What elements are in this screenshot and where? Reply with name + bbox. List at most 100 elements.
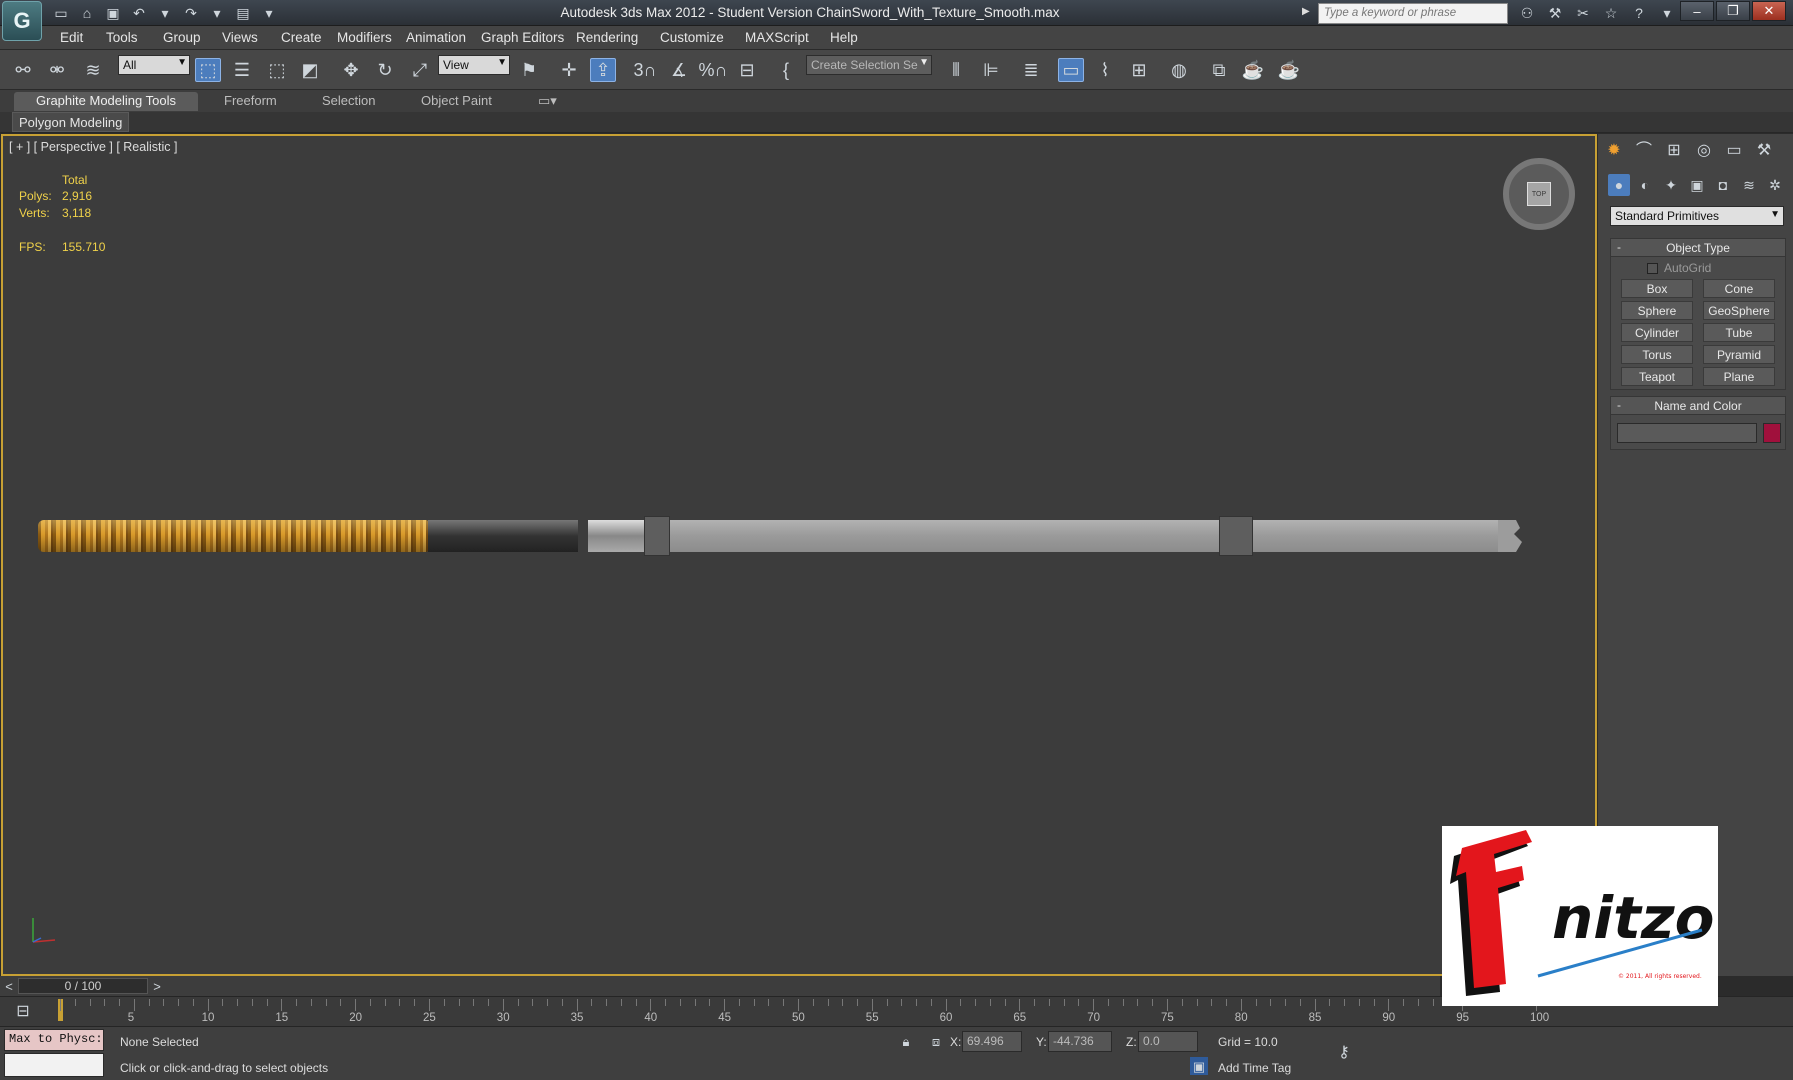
undo-dropdown-icon[interactable]: ▾ <box>154 3 176 23</box>
menu-rendering[interactable]: Rendering <box>576 30 638 45</box>
maxscript-listener-input[interactable]: Max to Physc: <box>4 1029 104 1051</box>
layer-manager-icon[interactable]: ≣ <box>1018 58 1044 82</box>
select-object-icon[interactable]: ⬚ <box>195 58 221 82</box>
time-slider-thumb[interactable]: 0 / 100 <box>18 978 148 994</box>
close-icon[interactable]: ✕ <box>1752 1 1786 21</box>
tab-graphite-modeling-tools[interactable]: Graphite Modeling Tools <box>14 92 198 111</box>
align-icon[interactable]: ⊫ <box>978 58 1004 82</box>
select-and-move-icon[interactable]: ✥ <box>338 58 364 82</box>
object-name-input[interactable] <box>1617 423 1757 443</box>
window-crossing-icon[interactable]: ◩ <box>297 58 323 82</box>
geometry-icon[interactable]: ● <box>1608 174 1630 196</box>
space-warps-icon[interactable]: ≋ <box>1738 174 1760 196</box>
autogrid-checkbox[interactable]: AutoGrid <box>1647 261 1711 275</box>
viewcube[interactable]: TOP <box>1503 158 1575 230</box>
rendered-frame-window-icon[interactable]: ☕ <box>1240 58 1266 82</box>
snaps-toggle-icon[interactable]: 3 ∩ <box>632 58 658 82</box>
hierarchy-tab-icon[interactable]: ⊞ <box>1662 140 1686 162</box>
edit-named-selection-icon[interactable]: { <box>773 58 799 82</box>
modify-tab-icon[interactable]: ⌒ <box>1632 140 1656 162</box>
named-selection-dropdown[interactable]: Create Selection Se ▼ <box>806 55 932 75</box>
absolute-mode-transform-icon[interactable]: ⧈ <box>928 1033 944 1049</box>
torus-button[interactable]: Torus <box>1621 345 1693 364</box>
help-dropdown-icon[interactable]: ▾ <box>1656 3 1678 23</box>
render-setup-icon[interactable]: ⧉ <box>1206 58 1232 82</box>
curve-editor-icon[interactable]: ⌇ <box>1092 58 1118 82</box>
menu-graph-editors[interactable]: Graph Editors <box>481 30 564 45</box>
menu-views[interactable]: Views <box>222 30 258 45</box>
systems-icon[interactable]: ✲ <box>1764 174 1786 196</box>
3ds-max-logo-icon[interactable]: G <box>2 1 42 41</box>
select-and-link-icon[interactable]: ⚯ <box>10 58 36 82</box>
menu-maxscript[interactable]: MAXScript <box>745 30 809 45</box>
mirror-icon[interactable]: ⫴ <box>943 58 969 82</box>
bind-to-space-warp-icon[interactable]: ≋ <box>80 58 106 82</box>
helpers-icon[interactable]: ◘ <box>1712 174 1734 196</box>
subscription-icon[interactable]: ⚒ <box>1544 3 1566 23</box>
object-color-swatch[interactable] <box>1763 423 1781 443</box>
new-file-icon[interactable]: ▭ <box>50 3 72 23</box>
undo-icon[interactable]: ↶ <box>128 3 150 23</box>
tube-button[interactable]: Tube <box>1703 323 1775 342</box>
minimize-icon[interactable]: – <box>1680 1 1714 21</box>
selection-filter-dropdown[interactable]: All ▼ <box>118 55 190 75</box>
project-folder-icon[interactable]: ▤ <box>232 3 254 23</box>
menu-group[interactable]: Group <box>163 30 201 45</box>
utilities-tab-icon[interactable]: ⚒ <box>1752 140 1776 162</box>
cameras-icon[interactable]: ▣ <box>1686 174 1708 196</box>
menu-help[interactable]: Help <box>830 30 858 45</box>
polygon-modeling-panel[interactable]: Polygon Modeling <box>12 112 130 132</box>
pivot-center-icon[interactable]: ⚑ <box>516 58 542 82</box>
customize-quick-access-icon[interactable]: ▾ <box>258 3 280 23</box>
tab-object-paint[interactable]: Object Paint <box>415 92 498 111</box>
menu-tools[interactable]: Tools <box>106 30 138 45</box>
angle-snap-icon[interactable]: ∡ <box>666 58 692 82</box>
pyramid-button[interactable]: Pyramid <box>1703 345 1775 364</box>
percent-snap-icon[interactable]: % ∩ <box>699 58 728 82</box>
select-and-scale-icon[interactable]: ⤢ <box>407 58 433 82</box>
search-input[interactable]: Type a keyword or phrase <box>1318 3 1508 24</box>
select-and-rotate-icon[interactable]: ↻ <box>372 58 398 82</box>
tab-selection[interactable]: Selection <box>316 92 381 111</box>
y-coordinate-input[interactable]: -44.736 <box>1048 1031 1112 1052</box>
sphere-button[interactable]: Sphere <box>1621 301 1693 320</box>
chevron-right-icon[interactable]: > <box>150 978 164 994</box>
display-tab-icon[interactable]: ▭ <box>1722 140 1746 162</box>
menu-customize[interactable]: Customize <box>660 30 724 45</box>
z-coordinate-input[interactable]: 0.0 <box>1138 1031 1198 1052</box>
favorites-star-icon[interactable]: ☆ <box>1600 3 1622 23</box>
name-and-color-header[interactable]: - Name and Color <box>1611 397 1785 415</box>
object-type-header[interactable]: - Object Type <box>1611 239 1785 257</box>
object-category-dropdown[interactable]: Standard Primitives ▼ <box>1610 206 1784 226</box>
unlink-selection-icon[interactable]: ⚮ <box>44 58 70 82</box>
geosphere-button[interactable]: GeoSphere <box>1703 301 1775 320</box>
chevron-left-icon[interactable]: < <box>2 978 16 994</box>
time-tag-icon[interactable]: ▣ <box>1190 1057 1208 1075</box>
viewcube-top-face[interactable]: TOP <box>1527 182 1551 206</box>
search-expand-icon[interactable]: ▶ <box>1302 6 1310 17</box>
select-by-name-icon[interactable]: ☰ <box>229 58 255 82</box>
open-file-icon[interactable]: ⌂ <box>76 3 98 23</box>
cylinder-button[interactable]: Cylinder <box>1621 323 1693 342</box>
keyboard-shortcut-override-icon[interactable]: ⇪ <box>590 58 616 82</box>
menu-create[interactable]: Create <box>281 30 322 45</box>
spinner-snap-icon[interactable]: ⊟ <box>734 58 760 82</box>
redo-dropdown-icon[interactable]: ▾ <box>206 3 228 23</box>
save-icon[interactable]: ▣ <box>102 3 124 23</box>
viewport-label[interactable]: [ + ] [ Perspective ] [ Realistic ] <box>9 140 177 154</box>
help-icon[interactable]: ? <box>1628 3 1650 23</box>
lock-selection-icon[interactable]: 🔒︎ <box>898 1033 914 1049</box>
perspective-viewport[interactable]: [ + ] [ Perspective ] [ Realistic ] Tota… <box>1 134 1597 976</box>
tab-freeform[interactable]: Freeform <box>218 92 283 111</box>
motion-tab-icon[interactable]: ◎ <box>1692 140 1716 162</box>
shapes-icon[interactable]: ◐ <box>1634 174 1656 196</box>
graphite-modeling-toggle-icon[interactable]: ▭ <box>1058 58 1084 82</box>
maxscript-output[interactable] <box>4 1053 104 1077</box>
add-time-tag-button[interactable]: Add Time Tag <box>1218 1061 1291 1075</box>
create-tab-icon[interactable]: ✹ <box>1602 140 1626 162</box>
schematic-view-icon[interactable]: ⊞ <box>1126 58 1152 82</box>
menu-animation[interactable]: Animation <box>406 30 466 45</box>
box-button[interactable]: Box <box>1621 279 1693 298</box>
redo-icon[interactable]: ↷ <box>180 3 202 23</box>
menu-modifiers[interactable]: Modifiers <box>337 30 392 45</box>
